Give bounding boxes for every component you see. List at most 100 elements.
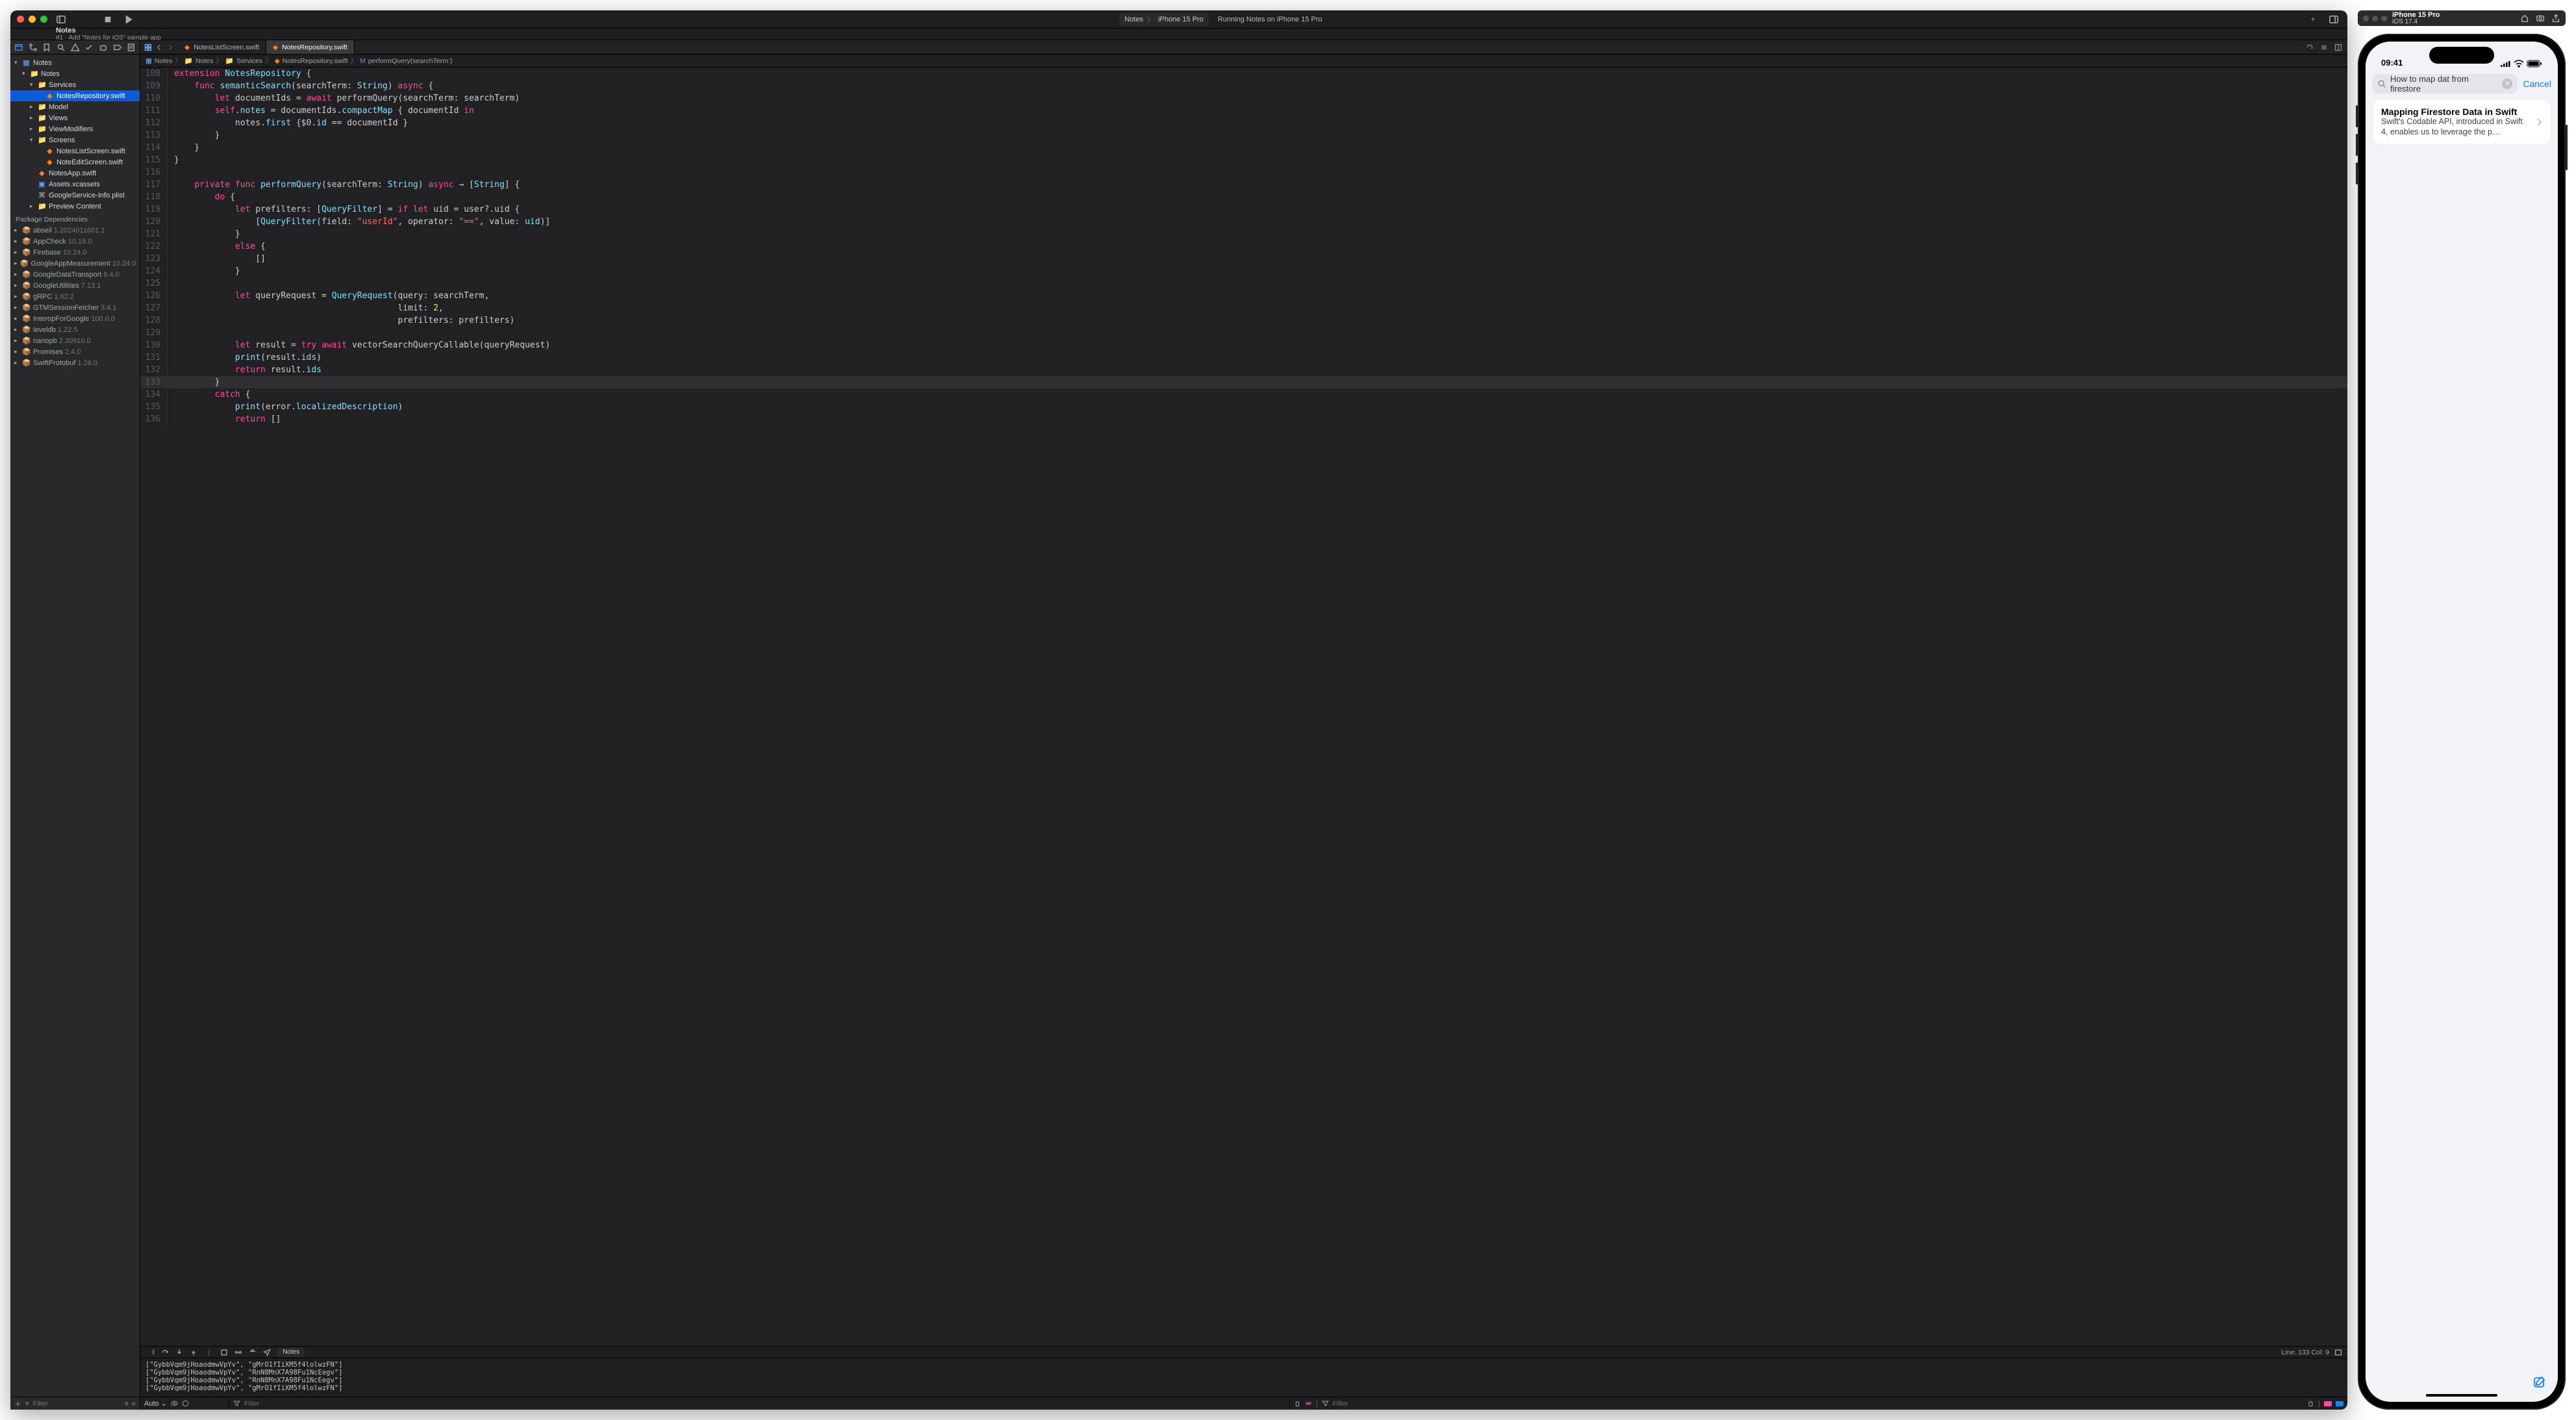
file-tree-row[interactable]: ◆NoteEditScreen.swift — [10, 157, 140, 168]
file-tree-row[interactable]: ▾📁Screens — [10, 134, 140, 146]
minimize-window-button[interactable] — [29, 16, 36, 23]
code-line[interactable]: 118 do { — [140, 191, 2347, 203]
scheme-selector[interactable]: Notes 〉 iPhone 15 Pro — [1119, 13, 1208, 26]
location-icon[interactable] — [263, 1349, 271, 1356]
code-line[interactable]: 125 — [140, 277, 2347, 290]
debug-process[interactable]: Notes — [277, 1348, 305, 1357]
filter-funnel-icon[interactable] — [1322, 1400, 1329, 1407]
file-tree-row[interactable]: ◆NotesRepository.swift — [10, 90, 140, 101]
step-into-icon[interactable] — [175, 1349, 183, 1356]
trash-icon[interactable] — [2307, 1400, 2314, 1407]
run-button[interactable] — [121, 13, 136, 26]
adjust-editor-icon[interactable] — [2320, 44, 2328, 51]
view-debug-icon[interactable] — [220, 1349, 228, 1356]
code-line[interactable]: 109 func semanticSearch(searchTerm: Stri… — [140, 80, 2347, 92]
dependency-row[interactable]: ▸📦Promises2.4.0 — [10, 346, 140, 357]
code-line[interactable]: 112 notes.first {$0.id == documentId } — [140, 117, 2347, 129]
share-icon[interactable] — [2551, 14, 2560, 23]
code-line[interactable]: 136 return [] — [140, 413, 2347, 425]
dependency-row[interactable]: ▸📦gRPC1.62.2 — [10, 291, 140, 302]
sim-traffic-lights[interactable] — [2363, 16, 2387, 21]
memory-graph-icon[interactable] — [234, 1349, 242, 1356]
variables-filter-input[interactable] — [244, 1400, 1283, 1408]
code-line[interactable]: 134 catch { — [140, 388, 2347, 401]
console-filter-input[interactable] — [1333, 1400, 2303, 1408]
step-over-icon[interactable] — [161, 1349, 169, 1356]
home-icon[interactable] — [2520, 14, 2529, 23]
right-panel-toggle[interactable] — [2336, 1401, 2343, 1406]
find-nav-icon[interactable] — [57, 43, 66, 52]
dependency-row[interactable]: ▸📦GoogleUtilities7.13.1 — [10, 280, 140, 291]
test-nav-icon[interactable] — [84, 43, 94, 52]
dependency-row[interactable]: ▸📦GTMSessionFetcher3.4.1 — [10, 302, 140, 313]
code-line[interactable]: 110 let documentIds = await performQuery… — [140, 92, 2347, 105]
toggle-navigator-button[interactable] — [54, 13, 68, 26]
code-line[interactable]: 128 prefilters: prefilters) — [140, 314, 2347, 327]
code-editor[interactable]: 108extension NotesRepository {109 func s… — [140, 68, 2347, 1346]
search-result-card[interactable]: Mapping Firestore Data in Swift Swift's … — [2373, 100, 2550, 144]
code-line[interactable]: 131 print(result.ids) — [140, 351, 2347, 364]
bookmark-nav-icon[interactable] — [42, 43, 51, 52]
dependency-row[interactable]: ▸📦nanopb2.30910.0 — [10, 335, 140, 346]
info-icon[interactable] — [182, 1400, 189, 1407]
file-tree-row[interactable]: ▸📁Views — [10, 112, 140, 123]
file-tree-row[interactable]: ◆NotesListScreen.swift — [10, 146, 140, 157]
code-line[interactable]: 133 } — [140, 376, 2347, 388]
stop-button[interactable] — [101, 13, 115, 26]
file-tree[interactable]: ▾▦Notes▾📁Notes▾📁Services◆NotesRepository… — [10, 55, 140, 1397]
source-control-icon[interactable] — [29, 43, 38, 52]
zoom-window-button[interactable] — [40, 16, 47, 23]
related-items-icon[interactable] — [144, 44, 152, 51]
auto-popover[interactable]: Auto ⌄ — [144, 1399, 167, 1408]
filter-funnel-icon[interactable] — [25, 1400, 29, 1408]
breakpoint-nav-icon[interactable] — [113, 43, 122, 52]
dependency-row[interactable]: ▸📦GoogleAppMeasurement10.24.0 — [10, 258, 140, 269]
code-line[interactable]: 115} — [140, 154, 2347, 166]
env-override-icon[interactable] — [249, 1349, 257, 1356]
home-indicator[interactable] — [2426, 1394, 2497, 1397]
screenshot-icon[interactable] — [2536, 14, 2545, 23]
dependency-row[interactable]: ▸📦SwiftProtobuf1.26.0 — [10, 357, 140, 368]
dependency-row[interactable]: ▸📦Firebase10.24.0 — [10, 247, 140, 258]
code-line[interactable]: 132 return result.ids — [140, 364, 2347, 376]
add-editor-icon[interactable] — [2334, 44, 2342, 51]
traffic-lights[interactable] — [17, 16, 47, 23]
project-nav-icon[interactable] — [14, 43, 23, 52]
file-tree-row[interactable]: ▾▦Notes — [10, 57, 140, 68]
add-button[interactable]: + — [2306, 13, 2320, 26]
search-field[interactable]: How to map dat from firestore ✕ — [2372, 74, 2518, 94]
code-line[interactable]: 117 private func performQuery(searchTerm… — [140, 179, 2347, 191]
left-panel-toggle[interactable] — [2324, 1401, 2332, 1406]
code-line[interactable]: 114 } — [140, 142, 2347, 154]
file-tree-row[interactable]: ▸📁ViewModifiers — [10, 123, 140, 134]
code-line[interactable]: 124 } — [140, 265, 2347, 277]
file-tree-row[interactable]: ▸📁Model — [10, 101, 140, 112]
spray-can-icon[interactable] — [1294, 1400, 1301, 1407]
navigator-filter-input[interactable] — [33, 1400, 121, 1408]
file-tree-row[interactable]: ▸📁Preview Content — [10, 201, 140, 212]
minimap-icon[interactable] — [2334, 1349, 2342, 1356]
code-line[interactable]: 121 } — [140, 228, 2347, 240]
code-line[interactable]: 127 limit: 2, — [140, 302, 2347, 314]
dependency-row[interactable]: ▸📦InteropForGoogle100.0.0 — [10, 313, 140, 324]
code-line[interactable]: 120 [QueryFilter(field: "userId", operat… — [140, 216, 2347, 228]
dependency-row[interactable]: ▸📦AppCheck10.19.0 — [10, 236, 140, 247]
code-line[interactable]: 129 — [140, 327, 2347, 339]
code-line[interactable]: 123 [] — [140, 253, 2347, 265]
code-line[interactable]: 130 let result = try await vectorSearchQ… — [140, 339, 2347, 351]
compose-note-button[interactable] — [2532, 1375, 2547, 1393]
issue-nav-icon[interactable] — [71, 43, 80, 52]
debug-console[interactable]: ["GybbVqm9jHoaodmwVpYv", "gMrO1fIiXM5f4l… — [140, 1358, 2347, 1397]
jump-bar[interactable]: ▦Notes 〉 📁 Notes 〉 📁 Services 〉 ◆ NotesR… — [140, 55, 2347, 68]
metadata-icon[interactable] — [1305, 1400, 1312, 1407]
file-tree-row[interactable]: ▾📁Services — [10, 79, 140, 90]
code-line[interactable]: 119 let prefilters: [QueryFilter] = if l… — [140, 203, 2347, 216]
library-button[interactable] — [2327, 13, 2341, 26]
code-line[interactable]: 116 — [140, 166, 2347, 179]
close-window-button[interactable] — [17, 16, 24, 23]
back-icon[interactable] — [155, 44, 163, 51]
code-line[interactable]: 111 self.notes = documentIds.compactMap … — [140, 105, 2347, 117]
forward-icon[interactable] — [166, 44, 174, 51]
file-tree-row[interactable]: ⌘GoogleService-Info.plist — [10, 190, 140, 201]
dependency-row[interactable]: ▸📦GoogleDataTransport9.4.0 — [10, 269, 140, 280]
